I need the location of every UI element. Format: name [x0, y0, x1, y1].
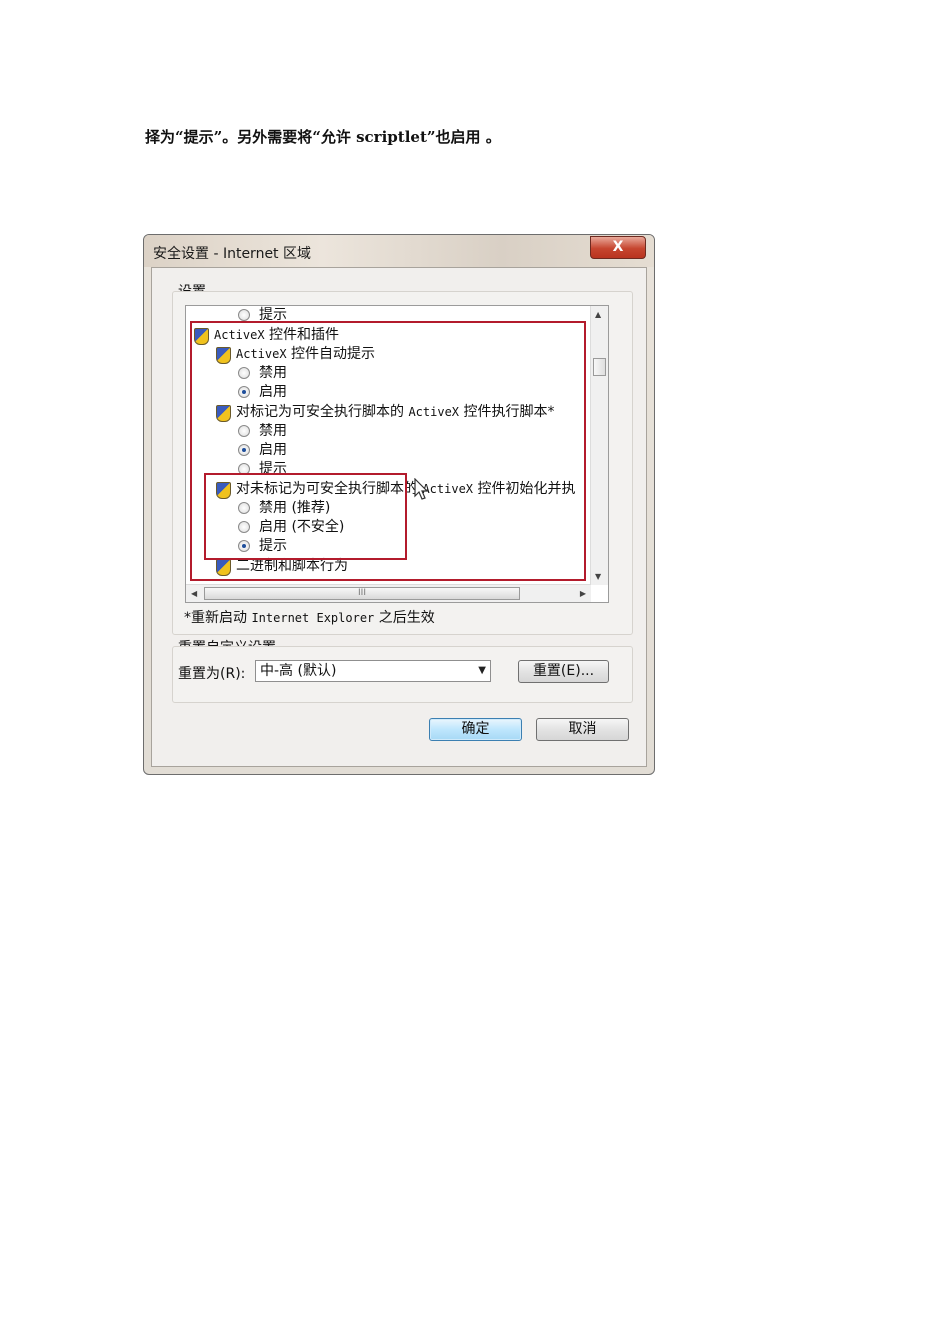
- title-bar: 安全设置 - Internet 区域 X: [144, 235, 654, 267]
- dialog-title: 安全设置 - Internet 区域: [153, 246, 311, 262]
- scroll-up-icon[interactable]: ▲: [595, 310, 601, 319]
- reset-to-label: 重置为(R):: [178, 666, 246, 682]
- cancel-button[interactable]: 取消: [536, 718, 629, 741]
- ok-button[interactable]: 确定: [429, 718, 522, 741]
- close-button[interactable]: X: [590, 236, 646, 259]
- scroll-right-icon[interactable]: ▶: [580, 589, 586, 598]
- settings-tree[interactable]: 提示 ActiveX 控件和插件 ActiveX 控件自动提示 禁用 启用 对标…: [185, 305, 609, 603]
- dialog-client: 设置 提示 ActiveX 控件和插件 ActiveX 控件自动提示 禁用 启用: [151, 267, 647, 767]
- scroll-down-icon[interactable]: ▼: [595, 572, 601, 581]
- horizontal-scroll-thumb[interactable]: III: [204, 587, 520, 600]
- restart-note: *重新启动 Internet Explorer 之后生效: [184, 610, 435, 626]
- scroll-left-icon[interactable]: ◀: [191, 589, 197, 598]
- vertical-scrollbar[interactable]: ▲ ▼: [590, 306, 608, 585]
- highlight-inner-box: [204, 473, 407, 560]
- security-settings-dialog: 安全设置 - Internet 区域 X 设置 提示 ActiveX 控件和插件…: [143, 234, 655, 775]
- chevron-down-icon: ▼: [478, 665, 486, 676]
- reset-button[interactable]: 重置(E)...: [518, 660, 609, 683]
- close-icon: X: [612, 239, 624, 255]
- reset-level-select[interactable]: 中-高 (默认) ▼: [255, 660, 491, 682]
- instruction-text: 择为“提示”。另外需要将“允许 scriptlet”也启用 。: [145, 128, 501, 146]
- horizontal-scrollbar[interactable]: ◀ III ▶: [186, 584, 591, 602]
- mouse-cursor-icon: [414, 478, 429, 500]
- radio-button[interactable]: [238, 309, 250, 321]
- vertical-scroll-thumb[interactable]: [593, 358, 606, 376]
